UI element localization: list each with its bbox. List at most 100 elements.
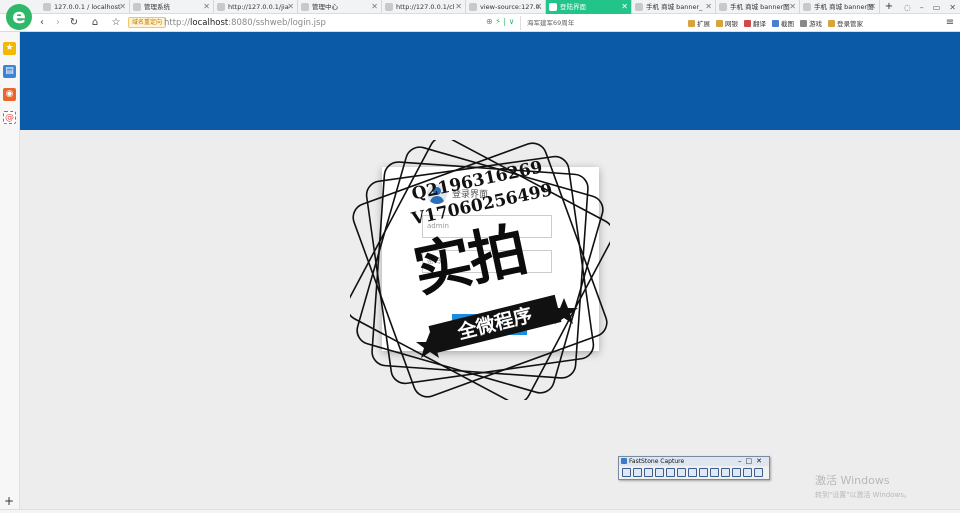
new-tab-button[interactable]: +: [882, 0, 896, 14]
security-icons[interactable]: ⊕ ⚡ | ∨: [486, 17, 515, 26]
tab-label: 127.0.0.1 / localhost: [54, 3, 121, 11]
reader-icon[interactable]: ▤: [3, 65, 16, 78]
tab-favicon: [133, 3, 141, 11]
tab-favicon: [217, 3, 225, 11]
capture-scrolling-icon[interactable]: [677, 468, 686, 477]
browser-logo-icon[interactable]: e: [6, 4, 32, 30]
tab-login-page[interactable]: 登陆界面 ✕: [546, 0, 632, 14]
capture-fixed-region-icon[interactable]: [688, 468, 697, 477]
url-path: :8080/sshweb/login.jsp: [228, 18, 326, 28]
tab-close-icon[interactable]: ✕: [287, 0, 294, 14]
tab-close-icon[interactable]: ✕: [789, 0, 796, 14]
tab-admin-system[interactable]: 管理系统 ✕: [130, 0, 214, 14]
tab-favicon: [301, 3, 309, 11]
capture-fullscreen-icon[interactable]: [666, 468, 675, 477]
tab-favicon: [549, 3, 557, 11]
toolbar: 扩展 网银 翻译 截图 游戏 登录管家: [688, 16, 863, 30]
tab-favicon: [719, 3, 727, 11]
capture-freehand-icon[interactable]: [655, 468, 664, 477]
faststone-title: FastStone Capture: [629, 458, 685, 465]
url-host: localhost: [190, 18, 229, 28]
tab-label: 登陆界面: [560, 3, 586, 11]
tab-banner-3[interactable]: 手机 商城 banner图 ✕: [800, 0, 880, 14]
online-banking-button[interactable]: 网银: [716, 18, 738, 28]
tab-jia[interactable]: http://127.0.0.1/jia ✕: [214, 0, 298, 14]
url-input[interactable]: http://localhost:8080/sshweb/login.jsp: [164, 16, 326, 30]
favorites-icon[interactable]: ★: [3, 42, 16, 55]
faststone-title-bar[interactable]: FastStone Capture –□✕: [619, 457, 769, 466]
tab-close-icon[interactable]: ✕: [705, 0, 712, 14]
search-suggestion: 海军建军69周年: [527, 19, 575, 27]
screen-recorder-icon[interactable]: [699, 468, 708, 477]
redirect-badge: 域名重定向: [128, 17, 167, 28]
tab-favicon: [635, 3, 643, 11]
tab-favicon: [469, 3, 477, 11]
menu-icon[interactable]: ≡: [944, 16, 956, 30]
tab-close-icon[interactable]: ✕: [455, 0, 462, 14]
ruler-icon[interactable]: [732, 468, 741, 477]
games-button[interactable]: 游戏: [800, 18, 822, 28]
bookmark-star-icon[interactable]: ☆: [110, 16, 122, 30]
settings-icon[interactable]: [754, 468, 763, 477]
tab-label: http://127.0.0.1/cl: [396, 3, 455, 11]
tab-favicon: [385, 3, 393, 11]
tab-localhost[interactable]: 127.0.0.1 / localhost ✕: [40, 0, 130, 14]
home-button[interactable]: ⌂: [89, 16, 101, 30]
tab-close-icon[interactable]: ✕: [371, 0, 378, 14]
tab-admin-center[interactable]: 管理中心 ✕: [298, 0, 382, 14]
screenshot-button[interactable]: 截图: [772, 18, 794, 28]
address-bar: ‹ › ↻ ⌂ ☆ 域名重定向 http://localhost:8080/ss…: [0, 14, 960, 32]
tab-label: 手机 商城 banner_: [646, 3, 703, 11]
tab-cl[interactable]: http://127.0.0.1/cl ✕: [382, 0, 466, 14]
capture-window-icon[interactable]: [633, 468, 642, 477]
tab-label: 手机 商城 banner图: [730, 3, 790, 11]
tab-favicon: [803, 3, 811, 11]
tab-banner-2[interactable]: 手机 商城 banner图 ✕: [716, 0, 800, 14]
tab-label: 管理系统: [144, 3, 170, 11]
login-manager-button[interactable]: 登录管家: [828, 18, 863, 28]
tab-label: view-source:127.0.: [480, 3, 542, 11]
reload-button[interactable]: ↻: [68, 16, 80, 30]
tab-bar: 127.0.0.1 / localhost ✕ 管理系统 ✕ http://127.…: [0, 0, 960, 14]
color-picker-icon[interactable]: [710, 468, 719, 477]
tab-close-icon[interactable]: ✕: [119, 0, 126, 14]
maximize-button[interactable]: ▭: [933, 3, 941, 12]
tab-close-icon[interactable]: ✕: [535, 0, 542, 14]
tab-close-icon[interactable]: ✕: [869, 0, 876, 14]
faststone-controls[interactable]: –□✕: [738, 457, 766, 466]
skin-icon[interactable]: ◌: [904, 3, 911, 12]
tab-favicon: [43, 3, 51, 11]
minimize-button[interactable]: –: [920, 3, 924, 12]
page-header-banner: [20, 32, 960, 130]
activate-windows-notice: 激活 Windows 转到"设置"以激活 Windows。: [815, 472, 911, 500]
tab-close-icon[interactable]: ✕: [621, 0, 628, 14]
back-button[interactable]: ‹: [36, 16, 48, 30]
close-button[interactable]: ✕: [949, 3, 956, 12]
window-controls: ◌ – ▭ ✕: [904, 0, 956, 14]
tab-close-icon[interactable]: ✕: [203, 0, 210, 14]
capture-rectangle-icon[interactable]: [644, 468, 653, 477]
capture-active-window-icon[interactable]: [622, 468, 631, 477]
tab-banner-1[interactable]: 手机 商城 banner_ ✕: [632, 0, 716, 14]
faststone-toolbar: [619, 466, 769, 479]
tab-label: http://127.0.0.1/jia: [228, 3, 289, 11]
status-bar: [0, 509, 960, 513]
tab-label: 手机 商城 banner图: [814, 3, 874, 11]
tab-view-source[interactable]: view-source:127.0. ✕: [466, 0, 546, 14]
add-sidebar-button[interactable]: +: [4, 494, 14, 508]
translate-button[interactable]: 翻译: [744, 18, 766, 28]
forward-button[interactable]: ›: [52, 16, 64, 30]
mail-icon[interactable]: @: [3, 111, 16, 124]
tab-label: 管理中心: [312, 3, 338, 11]
search-input[interactable]: 海军建军69周年: [520, 16, 680, 30]
browser-window: 127.0.0.1 / localhost ✕ 管理系统 ✕ http://127.…: [0, 0, 960, 513]
url-prefix: http://: [164, 18, 191, 28]
sidebar: ★ ▤ ◉ @ +: [0, 32, 20, 513]
extensions-button[interactable]: 扩展: [688, 18, 710, 28]
weibo-icon[interactable]: ◉: [3, 88, 16, 101]
output-editor-icon[interactable]: [743, 468, 752, 477]
activate-windows-hint: 转到"设置"以激活 Windows。: [815, 491, 911, 499]
magnifier-icon[interactable]: [721, 468, 730, 477]
activate-windows-title: 激活 Windows: [815, 474, 890, 487]
faststone-capture-window: FastStone Capture –□✕: [618, 456, 770, 480]
